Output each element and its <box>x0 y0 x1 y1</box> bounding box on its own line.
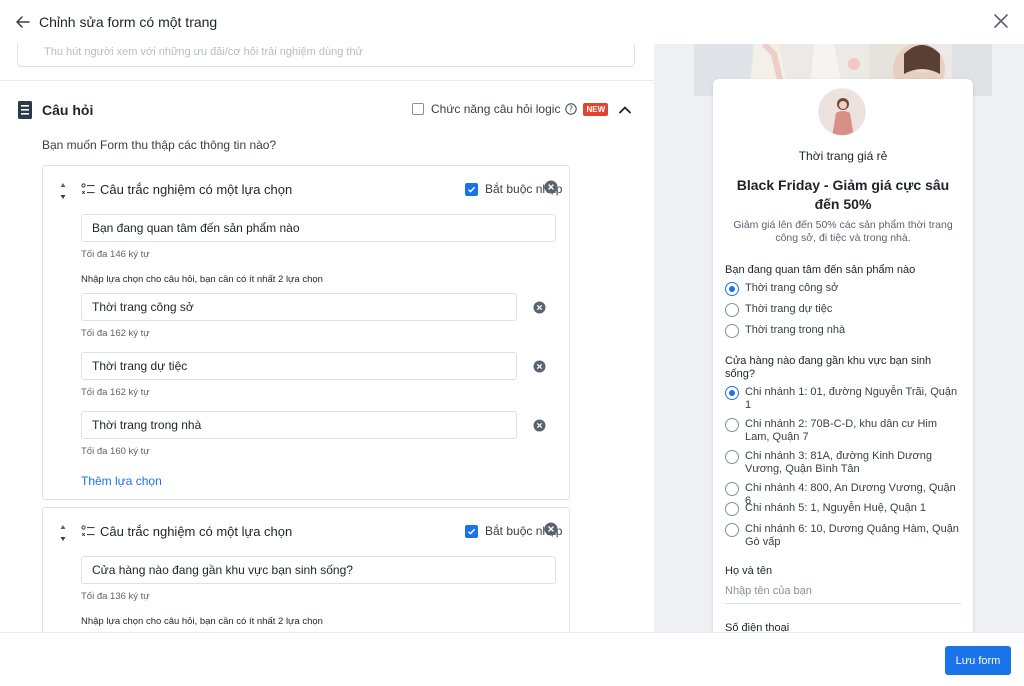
options-note: Nhập lựa chọn cho câu hỏi, bạn cần có ít… <box>81 274 323 285</box>
option-input[interactable]: Thời trang trong nhà <box>81 411 517 439</box>
radio-button[interactable] <box>725 418 739 432</box>
form-description: Giảm giá lên đến 50% các sản phẩm thời t… <box>733 219 953 244</box>
list-document-icon <box>18 101 32 119</box>
name-input[interactable]: Nhập tên của bạn <box>725 585 961 604</box>
form-preview-card: Thời trang giá rẻ Black Friday - Giảm gi… <box>713 79 973 632</box>
radio-option[interactable]: Thời trang công sở <box>725 282 963 296</box>
question-text-value: Cửa hàng nào đang gần khu vực bạn sinh s… <box>92 563 353 577</box>
question-card: Câu trắc nghiệm có một lựa chọn Bắt buộc… <box>42 507 570 632</box>
form-title: Black Friday - Giảm giá cực sâu đến 50% <box>736 177 950 212</box>
reorder-arrows-icon[interactable] <box>59 522 67 544</box>
required-checkbox[interactable] <box>465 182 478 196</box>
back-button[interactable] <box>15 14 31 30</box>
question-type-label: Câu trắc nghiệm có một lựa chọn <box>100 524 293 539</box>
brand-avatar <box>818 88 866 136</box>
radio-label: Thời trang trong nhà <box>745 324 846 336</box>
required-checkbox[interactable] <box>465 524 478 538</box>
remove-option-icon[interactable] <box>533 419 546 432</box>
remove-question-icon[interactable] <box>544 180 558 194</box>
remove-option-icon[interactable] <box>533 301 546 314</box>
option-value: Thời trang dự tiệc <box>92 359 188 373</box>
radio-button[interactable] <box>725 303 739 317</box>
radio-label: Thời trang công sở <box>745 282 839 294</box>
add-option-link[interactable]: Thêm lựa chọn <box>81 474 162 488</box>
char-limit-hint: Tối đa 162 ký tự <box>81 387 150 398</box>
radio-option[interactable]: Chi nhánh 5: 1, Nguyễn Huệ, Quận 1 <box>725 502 963 516</box>
new-badge: NEW <box>583 102 609 116</box>
question-text-value: Bạn đang quan tâm đến sản phẩm nào <box>92 221 300 235</box>
radio-option[interactable]: Chi nhánh 1: 01, đường Nguyễn Trãi, Quận… <box>725 386 963 412</box>
reorder-arrows-icon[interactable] <box>59 180 67 202</box>
char-limit-hint: Tối đa 146 ký tự <box>81 249 150 260</box>
option-input[interactable]: Thời trang dự tiệc <box>81 352 517 380</box>
section-intro: Bạn muốn Form thu thập các thông tin nào… <box>42 138 277 152</box>
char-limit-hint: Tối đa 162 ký tự <box>81 328 150 339</box>
question-text-input[interactable]: Cửa hàng nào đang gần khu vực bạn sinh s… <box>81 556 556 584</box>
option-value: Thời trang trong nhà <box>92 418 202 432</box>
option-input[interactable]: Thời trang công sở <box>81 293 517 321</box>
question-card: Câu trắc nghiệm có một lựa chọn Bắt buộc… <box>42 165 570 500</box>
radio-option[interactable]: Chi nhánh 2: 70B-C-D, khu dân cư Him Lam… <box>725 418 963 444</box>
brand-name: Thời trang giá rẻ <box>798 149 888 163</box>
single-choice-icon <box>81 525 95 537</box>
header-bar: Chỉnh sửa form có một trang <box>0 0 1024 44</box>
question-type-label: Câu trắc nghiệm có một lựa chọn <box>100 182 293 197</box>
radio-option[interactable]: Chi nhánh 6: 10, Dương Quảng Hàm, Quận G… <box>725 523 963 549</box>
radio-option[interactable]: Thời trang dự tiệc <box>725 303 963 317</box>
radio-button[interactable] <box>725 482 739 496</box>
close-icon[interactable] <box>992 12 1010 30</box>
radio-button[interactable] <box>725 450 739 464</box>
section-title: Câu hỏi <box>42 102 94 118</box>
preview-question-label: Bạn đang quan tâm đến sản phẩm nào <box>725 264 916 276</box>
radio-label: Thời trang dự tiệc <box>745 303 833 315</box>
question-text-input[interactable]: Bạn đang quan tâm đến sản phẩm nào <box>81 214 556 242</box>
option-value: Thời trang công sở <box>92 300 194 314</box>
subtitle-field[interactable]: Thu hút người xem với những ưu đãi/cơ hộ… <box>17 44 635 67</box>
divider <box>0 80 654 81</box>
char-limit-hint: Tối đa 160 ký tự <box>81 446 150 457</box>
preview-question-label: Cửa hàng nào đang gần khu vực bạn sinh s… <box>725 355 932 380</box>
logic-toggle[interactable]: Chức năng câu hỏi logic ? NEW <box>412 102 609 116</box>
phone-label: Số điện thoại <box>725 622 790 632</box>
chevron-up-icon[interactable] <box>618 103 632 117</box>
subtitle-field-text: Thu hút người xem với những ưu đãi/cơ hộ… <box>44 46 363 58</box>
radio-label: Chi nhánh 6: 10, Dương Quảng Hàm, Quận G… <box>745 523 959 548</box>
footer-bar: Lưu form <box>0 632 1024 686</box>
logic-label: Chức năng câu hỏi logic <box>431 102 561 116</box>
radio-label: Chi nhánh 2: 70B-C-D, khu dân cư Him Lam… <box>745 418 938 443</box>
form-preview-panel: Thời trang giá rẻ Black Friday - Giảm gi… <box>654 44 1024 632</box>
char-limit-hint: Tối đa 136 ký tự <box>81 591 150 602</box>
save-form-button[interactable]: Lưu form <box>945 646 1011 675</box>
radio-label: Chi nhánh 3: 81A, đường Kinh Dương Vương… <box>745 450 932 475</box>
single-choice-icon <box>81 183 95 195</box>
logic-checkbox[interactable] <box>412 103 424 115</box>
remove-option-icon[interactable] <box>533 360 546 373</box>
radio-button-selected[interactable] <box>725 282 739 296</box>
radio-button[interactable] <box>725 523 739 537</box>
radio-button[interactable] <box>725 502 739 516</box>
form-editor-panel: Thu hút người xem với những ưu đãi/cơ hộ… <box>0 44 654 632</box>
checkmark-icon <box>467 528 476 535</box>
checkmark-icon <box>467 186 476 193</box>
remove-question-icon[interactable] <box>544 522 558 536</box>
help-icon[interactable]: ? <box>565 103 578 115</box>
radio-option[interactable]: Thời trang trong nhà <box>725 324 963 338</box>
radio-button[interactable] <box>725 324 739 338</box>
radio-label: Chi nhánh 5: 1, Nguyễn Huệ, Quận 1 <box>745 502 927 514</box>
name-label: Họ và tên <box>725 565 773 577</box>
radio-option[interactable]: Chi nhánh 3: 81A, đường Kinh Dương Vương… <box>725 450 963 476</box>
arrow-left-icon <box>16 16 30 28</box>
svg-text:?: ? <box>569 105 573 114</box>
radio-label: Chi nhánh 1: 01, đường Nguyễn Trãi, Quận… <box>745 386 958 411</box>
page-title: Chỉnh sửa form có một trang <box>39 14 218 30</box>
options-note: Nhập lựa chọn cho câu hỏi, bạn cần có ít… <box>81 616 323 627</box>
radio-button-selected[interactable] <box>725 386 739 400</box>
